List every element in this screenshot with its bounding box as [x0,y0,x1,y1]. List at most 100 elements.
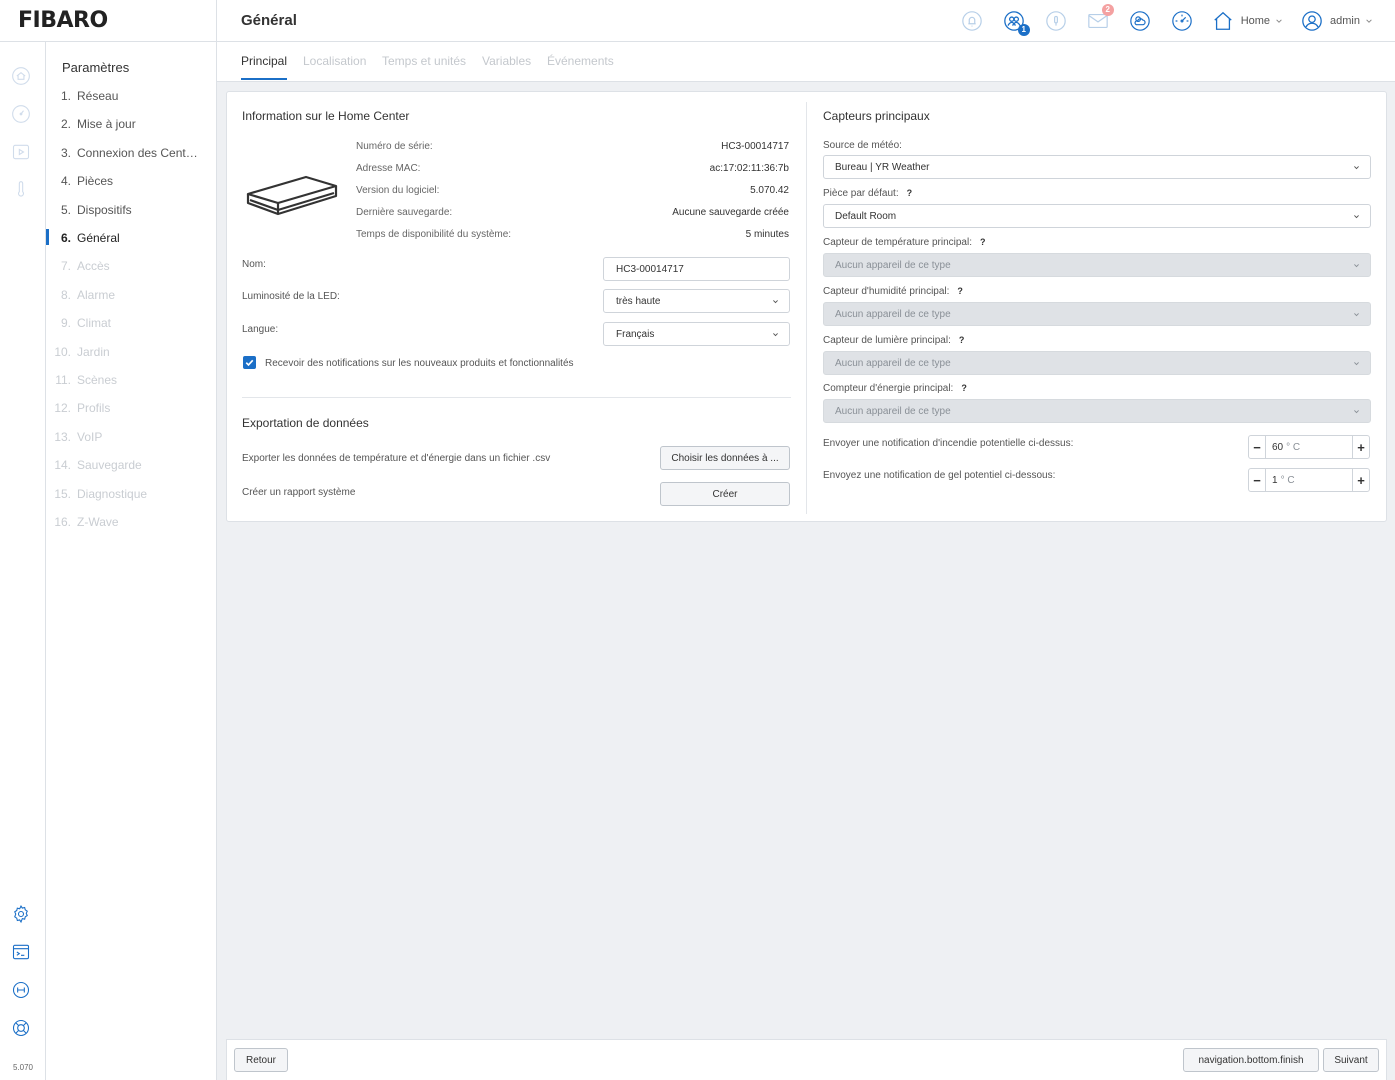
led-brightness-value: très haute [616,295,661,307]
sidebar-item-mise-a-jour[interactable]: 2. Mise à jour [46,113,216,135]
language-select[interactable]: Français [603,322,790,346]
settings-gear-icon[interactable] [11,904,31,924]
user-menu[interactable]: admin [1301,10,1373,32]
main-panel: Information sur le Home Center Numéro de… [226,91,1387,522]
tab-evenements[interactable]: Événements [547,54,614,68]
notifications-checkbox[interactable] [243,356,256,369]
frost-notification-label: Envoyez une notification de gel potentie… [823,470,1056,481]
humidity-sensor-select[interactable]: Aucun appareil de ce type [823,302,1371,326]
checkmark-icon [245,359,254,367]
sidebar-item-sauvegarde: 14. Sauvegarde [46,454,216,476]
users-badge: 1 [1017,24,1030,36]
sidebar-item-number: 12. [54,401,71,416]
sidebar-item-reseau[interactable]: 1. Réseau [46,85,216,107]
sidebar-item-label: Pièces [77,174,114,189]
climate-nav-icon[interactable] [11,180,31,200]
mac-label: Adresse MAC: [356,163,421,174]
settings-menu: Paramètres 1. Réseau 2. Mise à jour 3. Connex… [46,42,217,1080]
fibaro-logo[interactable]: FIBARO [18,8,108,33]
icon-rail: 5.070 [0,42,46,1080]
fire-decrement-button[interactable]: − [1249,436,1266,458]
back-button[interactable]: Retour [234,1048,288,1072]
frost-decrement-button[interactable]: − [1249,469,1266,491]
serial-value: HC3-00014717 [721,141,789,152]
help-icon[interactable]: ? [957,286,963,296]
help-icon[interactable]: ? [961,383,967,393]
sidebar-item-label: Diagnostique [77,486,148,501]
led-brightness-select[interactable]: très haute [603,289,790,313]
default-room-label-text: Pièce par défaut: [823,188,899,199]
temperature-sensor-label: Capteur de température principal:? [823,237,985,248]
settings-menu-title: Paramètres [62,60,130,75]
user-avatar-icon [1302,11,1322,31]
sidebar-item-number: 8. [60,287,71,302]
frost-increment-button[interactable]: + [1352,469,1369,491]
tab-bar: Principal Localisation Temps et unités V… [217,42,1395,82]
scenes-nav-icon[interactable] [11,142,31,162]
messages-icon[interactable]: 2 [1086,4,1114,33]
home-center-device-icon [244,170,340,220]
terminal-icon[interactable] [11,942,31,962]
choose-data-button[interactable]: Choisir les données à ... [660,446,790,470]
light-sensor-select[interactable]: Aucun appareil de ce type [823,351,1371,375]
system-report-label: Créer un rapport système [242,487,356,498]
alarm-icon[interactable] [960,9,984,33]
weather-source-select[interactable]: Bureau | YR Weather [823,155,1371,179]
sidebar-item-voip: 13. VoIP [46,426,216,448]
temperature-sensor-label-text: Capteur de température principal: [823,237,972,248]
tab-principal[interactable]: Principal [241,54,288,80]
weather-source-value: Bureau | YR Weather [835,161,930,173]
home-selector[interactable]: Home [1212,10,1283,32]
sidebar-item-dispositifs[interactable]: 5. Dispositifs [46,199,216,221]
weather-icon[interactable] [1128,9,1152,33]
create-report-button[interactable]: Créer [660,482,790,506]
top-icons: 1 2 Home admin [942,0,1373,42]
dashboard-nav-icon[interactable] [11,104,31,124]
fire-notification-label: Envoyer une notification d'incendie pote… [823,438,1074,449]
energy-meter-select[interactable]: Aucun appareil de ce type [823,399,1371,423]
tab-variables[interactable]: Variables [482,54,531,68]
name-input[interactable]: HC3-00014717 [603,257,790,281]
sidebar-item-connexion-des-centrales[interactable]: 3. Connexion des Centrales [46,142,216,164]
last-backup-label: Dernière sauvegarde: [356,207,453,218]
next-button[interactable]: Suivant [1323,1048,1379,1072]
sidebar-item-label: Jardin [77,344,110,359]
chevron-down-icon [1354,166,1359,170]
language-label: Langue: [242,324,279,335]
help-lifebuoy-icon[interactable] [11,1018,31,1038]
frost-threshold-value: 1 [1272,474,1278,486]
help-icon[interactable]: ? [980,237,986,247]
fire-threshold-input[interactable]: 60 ° C [1266,442,1300,453]
users-icon[interactable]: 1 [1002,9,1030,36]
dashboard-gauge-icon[interactable] [1170,9,1194,33]
humidity-sensor-label-text: Capteur d'humidité principal: [823,286,950,297]
frost-threshold-unit: ° C [1280,474,1295,486]
help-icon[interactable]: ? [959,335,965,345]
temperature-sensor-value: Aucun appareil de ce type [835,259,951,271]
tab-localisation[interactable]: Localisation [303,54,366,68]
export-csv-label: Exporter les données de température et d… [242,453,551,464]
temperature-sensor-select[interactable]: Aucun appareil de ce type [823,253,1371,277]
fire-increment-button[interactable]: + [1352,436,1369,458]
sidebar-item-label: VoIP [77,429,103,444]
sidebar-item-pieces[interactable]: 4. Pièces [46,170,216,192]
name-label: Nom: [242,259,266,270]
sidebar-item-label: Sauvegarde [77,458,142,473]
microphone-icon[interactable] [1044,9,1068,33]
integration-icon[interactable] [11,980,31,1000]
finish-button[interactable]: navigation.bottom.finish [1183,1048,1319,1072]
light-sensor-value: Aucun appareil de ce type [835,357,951,369]
help-icon[interactable]: ? [907,188,913,198]
frost-threshold-input[interactable]: 1 ° C [1266,475,1295,486]
default-room-label: Pièce par défaut:? [823,188,912,199]
home-nav-icon[interactable] [11,66,31,86]
tab-temps-et-unites[interactable]: Temps et unités [382,54,466,68]
user-label: admin [1330,15,1360,27]
light-sensor-label-text: Capteur de lumière principal: [823,335,951,346]
sidebar-item-label: Dispositifs [77,202,132,217]
sidebar-item-label: Z-Wave [77,515,119,529]
sidebar-item-general[interactable]: 6. Général [46,227,216,249]
chevron-down-icon [1354,362,1359,366]
humidity-sensor-label: Capteur d'humidité principal:? [823,286,963,297]
default-room-select[interactable]: Default Room [823,204,1371,228]
